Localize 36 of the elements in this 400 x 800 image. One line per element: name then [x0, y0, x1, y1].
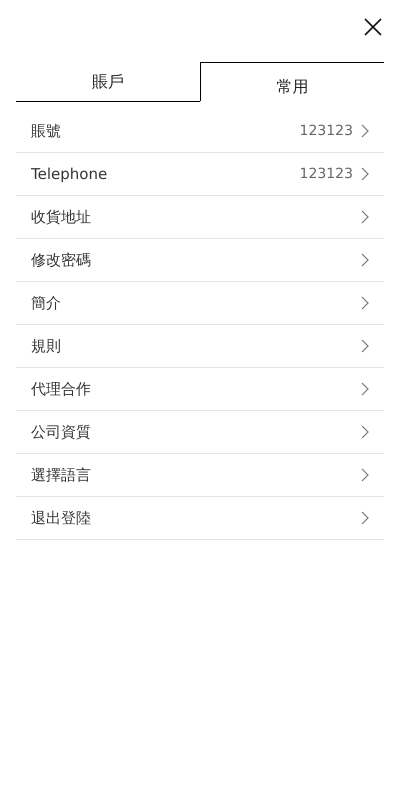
tab[interactable]: 賬戶: [16, 63, 200, 102]
menu-label: 收貨地址: [31, 206, 92, 228]
menu-item[interactable]: 簡介: [16, 282, 384, 325]
menu-item[interactable]: Telephone 123123: [16, 153, 384, 196]
chevron-right-icon: [361, 425, 369, 439]
menu-label: 公司資質: [31, 422, 92, 443]
chevron-right-icon: [361, 167, 369, 181]
menu-item[interactable]: 規則: [16, 325, 384, 368]
menu-item[interactable]: 公司資質: [16, 411, 384, 454]
chevron-right-icon: [361, 124, 369, 138]
chevron-right-icon: [361, 296, 369, 310]
chevron-right-icon: [361, 468, 369, 482]
menu-label: 選擇語言: [31, 464, 92, 486]
menu-item[interactable]: 退出登陸: [16, 497, 384, 540]
menu-item[interactable]: 選擇語言: [16, 454, 384, 497]
menu-label: Telephone: [31, 164, 108, 185]
tab[interactable]: 常用: [200, 62, 384, 101]
menu-label: 規則: [31, 336, 62, 357]
chevron-right-icon: [361, 511, 369, 525]
menu-item[interactable]: 代理合作: [16, 368, 384, 411]
chevron-right-icon: [361, 382, 369, 396]
menu-value: 123123: [300, 122, 353, 140]
menu-item[interactable]: 收貨地址: [16, 196, 384, 239]
menu-item[interactable]: 賬號 123123: [16, 110, 384, 153]
menu-label: 代理合作: [31, 378, 92, 400]
menu-item[interactable]: 修改密碼: [16, 239, 384, 282]
menu-label: 退出登陸: [31, 508, 92, 529]
chevron-right-icon: [361, 210, 369, 224]
menu-label: 修改密碼: [31, 250, 92, 271]
menu-label: 簡介: [31, 292, 62, 314]
chevron-right-icon: [361, 253, 369, 267]
chevron-right-icon: [361, 339, 369, 353]
menu-label: 賬號: [31, 120, 62, 142]
close-icon: [364, 18, 382, 36]
menu-value: 123123: [300, 164, 353, 184]
close-button[interactable]: [362, 16, 384, 38]
